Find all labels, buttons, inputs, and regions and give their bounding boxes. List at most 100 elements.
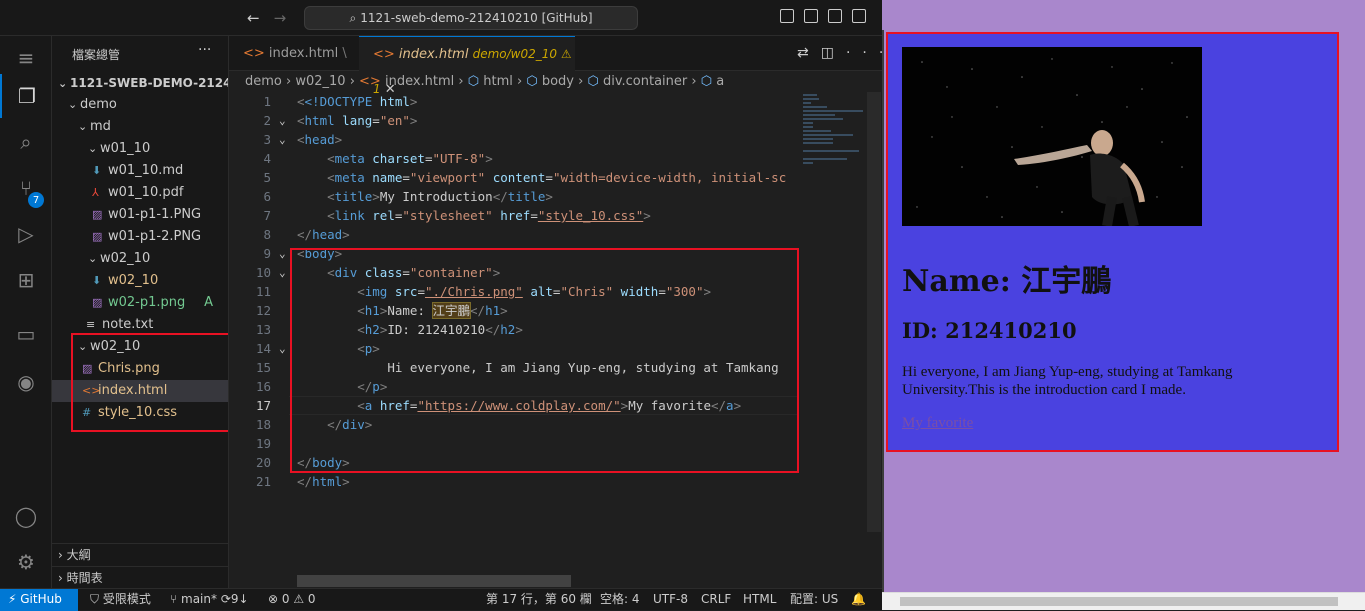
tree-folder-md[interactable]: ⌄ md (52, 116, 228, 138)
preview-horizontal-scrollbar[interactable] (882, 592, 1365, 610)
outline-section[interactable]: › 大綱 (52, 543, 228, 565)
id-heading: ID: 212410210 (902, 318, 1077, 343)
problems-indicator[interactable]: ⊗ 0 ⚠ 0 (268, 589, 316, 610)
indentation[interactable]: 空格: 4 (600, 589, 640, 610)
code-line: </head> (297, 227, 350, 242)
command-center[interactable]: ⌕ 1121-sweb-demo-212410210 [GitHub] (304, 6, 638, 30)
tree-label: w02_10 (100, 251, 151, 266)
notifications-bell-icon[interactable]: 🔔 (851, 589, 866, 610)
tab-label: index.html (398, 47, 469, 62)
accounts-icon[interactable]: ◯ (0, 494, 52, 538)
language-mode[interactable]: HTML (743, 589, 776, 610)
line-number: 20 (255, 455, 271, 470)
compare-icon[interactable]: ⇄ (797, 45, 821, 61)
toggle-secondary-sidebar-icon[interactable] (828, 9, 842, 23)
crumb[interactable]: body (542, 74, 574, 89)
tree-file-w02_10-md[interactable]: ⬇ w02_10 (52, 270, 228, 292)
remote-indicator[interactable]: ⚡ GitHub (0, 589, 78, 611)
tab-index-html-w02[interactable]: <> index.html demo/w02_10 ⚠ 1 ✕ (359, 36, 575, 97)
vertical-scrollbar[interactable] (867, 92, 881, 532)
search-activity-icon[interactable]: ⌕ (0, 120, 52, 164)
toggle-panel-icon[interactable] (804, 9, 818, 23)
sync-icon: ⟳ (220, 592, 231, 606)
tree-label: note.txt (102, 317, 154, 332)
back-arrow-icon[interactable]: ← (247, 9, 274, 27)
html-file-icon: <> (373, 47, 399, 62)
timeline-label: 時間表 (66, 571, 103, 585)
run-debug-icon[interactable]: ▷ (0, 212, 52, 256)
outline-label: 大綱 (66, 548, 91, 562)
crumb[interactable]: w02_10 (295, 74, 345, 89)
settings-gear-icon[interactable]: ⚙ (0, 540, 52, 584)
line-number: 1 (263, 94, 271, 109)
line-number: 15 (255, 360, 271, 375)
line-number: 7 (263, 208, 271, 223)
fold-icon[interactable]: ⌄ (279, 263, 286, 282)
image-file-icon: ▨ (92, 208, 103, 221)
tree-file-w01-p1-2[interactable]: ▨ w01-p1-2.PNG (52, 226, 228, 248)
command-center-label: 1121-sweb-demo-212410210 [GitHub] (360, 11, 593, 25)
tree-folder-w02_10-md[interactable]: ⌄ w02_10 (52, 248, 228, 270)
name-heading: Name: 江宇鵬 (902, 264, 1112, 299)
fold-icon[interactable]: ⌄ (279, 130, 286, 149)
tree-folder-w01_10[interactable]: ⌄ w01_10 (52, 138, 228, 160)
remote-explorer-icon[interactable]: ▭ (0, 312, 52, 356)
html-file-icon: <> (359, 74, 381, 89)
line-number: 8 (263, 227, 271, 242)
customize-layout-icon[interactable] (852, 9, 866, 23)
line-number: 14 (255, 341, 271, 356)
nav-arrows: ←→ (247, 9, 300, 27)
fold-icon[interactable]: ⌄ (279, 111, 286, 130)
tab-desc: \ (342, 46, 347, 61)
tree-folder-demo[interactable]: ⌄ demo (52, 94, 228, 116)
scrollbar-thumb[interactable] (900, 597, 1338, 606)
remote-icon: ⚡ (8, 592, 21, 606)
encoding[interactable]: UTF-8 (653, 589, 688, 610)
code-line: <meta name="viewport" content="width=dev… (327, 170, 787, 185)
tree-file-w01_10-pdf[interactable]: ⅄ w01_10.pdf (52, 182, 228, 204)
crumb[interactable]: demo (245, 74, 282, 89)
horizontal-scrollbar[interactable] (297, 575, 571, 587)
tree-file-w02-p1[interactable]: ▨ w02-p1.png A (52, 292, 228, 314)
keyboard-layout[interactable]: 配置: US (790, 589, 838, 610)
forward-arrow-icon[interactable]: → (274, 9, 301, 27)
github-icon[interactable]: ◉ (0, 360, 52, 404)
extensions-icon[interactable]: ⊞ (0, 258, 52, 302)
crumb[interactable]: div.container (603, 74, 687, 89)
branch-indicator[interactable]: ⑂ main* ⟳9↓ (170, 589, 249, 610)
restricted-mode[interactable]: ⛉ 受限模式 (90, 589, 151, 610)
timeline-section[interactable]: › 時間表 (52, 566, 228, 588)
favorite-link[interactable]: My favorite (902, 415, 973, 432)
code-token: html (379, 94, 410, 109)
line-ending[interactable]: CRLF (701, 589, 731, 610)
crumb[interactable]: index.html (385, 74, 454, 89)
code-token[interactable]: "style_10.css" (538, 208, 643, 223)
split-editor-icon[interactable]: ◫ (821, 45, 846, 61)
tree-file-w01-p1-1[interactable]: ▨ w01-p1-1.PNG (52, 204, 228, 226)
toggle-sidebar-icon[interactable] (780, 9, 794, 23)
image-file-icon: ▨ (92, 296, 103, 309)
fold-icon[interactable]: ⌄ (279, 244, 286, 263)
shield-icon: ⛉ (90, 592, 103, 606)
chevron-down-icon: ⌄ (88, 252, 98, 265)
html-file-icon: <> (243, 46, 269, 61)
more-actions-icon[interactable]: ··· (198, 42, 211, 58)
fold-icon[interactable]: ⌄ (279, 339, 286, 358)
vscode-window: ←→ ⌕ 1121-sweb-demo-212410210 [GitHub] ≡… (0, 0, 883, 611)
explorer-icon[interactable]: ❐ (0, 74, 52, 118)
line-number: 18 (255, 417, 271, 432)
search-icon: ⌕ (349, 10, 357, 25)
line-number: 17 (255, 398, 271, 413)
workspace-root[interactable]: ⌄ 1121-SWEB-DEMO-2124... (52, 72, 228, 94)
crumb[interactable]: html (483, 74, 513, 89)
tree-file-w01_10-md[interactable]: ⬇ w01_10.md (52, 160, 228, 182)
tab-index-html-root[interactable]: <> index.html \ (229, 36, 357, 71)
chevron-down-icon: ⌄ (78, 120, 88, 133)
cursor-position[interactable]: 第 17 行，第 60 欄 (486, 589, 592, 610)
source-control-icon[interactable]: ⑂ 7 (0, 166, 52, 210)
minimap[interactable] (799, 92, 865, 588)
line-number: 16 (255, 379, 271, 394)
crumb[interactable]: a (716, 74, 724, 89)
pdf-file-icon: ⅄ (92, 186, 99, 199)
line-number: 5 (263, 170, 271, 185)
